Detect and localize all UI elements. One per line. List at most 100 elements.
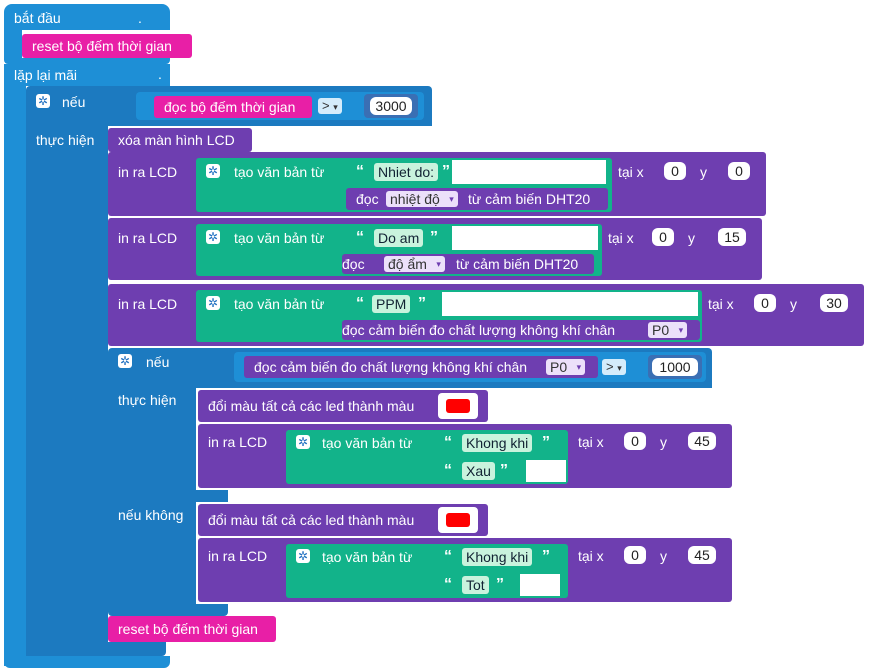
create-text-block[interactable]: ✲ tạo văn bản từ “ PPM ” đọc cảm biến đo… [196, 290, 702, 342]
pin-dropdown[interactable]: P0 ▾ [648, 322, 688, 338]
print-lcd-block-3[interactable]: in ra LCD ✲ tạo văn bản từ “ PPM ” đọc c… [108, 284, 864, 346]
text-value-2[interactable]: Tot [462, 576, 489, 594]
start-label: bắt đầu [14, 10, 61, 26]
reset-timer-label: reset bộ đếm thời gian [118, 621, 258, 637]
compare-block[interactable]: đọc cảm biến đo chất lượng không khí châ… [234, 352, 706, 382]
from-sensor-label: từ cảm biến DHT20 [456, 256, 579, 272]
read-dht20-block[interactable]: đọc nhiệt độ ▾ từ cảm biến DHT20 [346, 188, 608, 210]
print-lcd-block-5[interactable]: in ra LCD ✲ tạo văn bản từ “ Khong khi ”… [198, 538, 732, 602]
read-label: đọc [356, 191, 379, 207]
create-text-block[interactable]: ✲ tạo văn bản từ “ Khong khi ” “ Xau ” [286, 430, 568, 484]
forever-foot [4, 656, 170, 668]
open-quote: “ [356, 295, 364, 312]
threshold-value[interactable]: 1000 [652, 358, 698, 376]
if-label: nếu [146, 354, 170, 370]
y-value[interactable]: 15 [718, 228, 746, 246]
print-lcd-block-4[interactable]: in ra LCD ✲ tạo văn bản từ “ Khong khi ”… [198, 424, 732, 488]
open-quote: “ [356, 229, 364, 246]
at-x-label: tại x [578, 548, 604, 564]
read-timer-block[interactable]: đọc bộ đếm thời gian [154, 96, 312, 118]
text-socket [442, 292, 698, 316]
chevron-down-icon: ▾ [617, 363, 622, 373]
set-led-color-block-2[interactable]: đổi màu tất cả các led thành màu [198, 504, 488, 536]
forever-label: lặp lại mãi [14, 67, 78, 83]
create-text-block[interactable]: ✲ tạo văn bản từ “ Nhiet do: ” đọc nhiệt… [196, 158, 612, 212]
start-block-body [4, 30, 22, 60]
chevron-down-icon: ▾ [576, 362, 582, 372]
text-value-1[interactable]: Khong khi [462, 434, 533, 452]
at-x-label: tại x [578, 434, 604, 450]
gear-icon[interactable]: ✲ [118, 354, 132, 368]
if-air-block[interactable]: ✲ nếu đọc cảm biến đo chất lượng không k… [108, 348, 712, 388]
set-led-color-block-1[interactable]: đổi màu tất cả các led thành màu [198, 390, 488, 422]
sensor-value: độ ẩm [388, 256, 427, 272]
reset-timer-block-2[interactable]: reset bộ đếm thời gian [108, 616, 276, 642]
close-quote: ” [500, 462, 508, 479]
print-lcd-block-1[interactable]: in ra LCD ✲ tạo văn bản từ “ Nhiet do: ”… [108, 152, 766, 216]
number-block[interactable]: 1000 [648, 355, 702, 379]
x-value[interactable]: 0 [624, 546, 646, 564]
x-value[interactable]: 0 [754, 294, 776, 312]
create-text-label: tạo văn bản từ [322, 435, 413, 451]
open-quote: “ [444, 548, 452, 565]
text-value-2[interactable]: Xau [462, 462, 495, 480]
gear-icon[interactable]: ✲ [206, 164, 220, 178]
text-value-1[interactable]: Khong khi [462, 548, 533, 566]
text-socket [452, 226, 598, 250]
y-value[interactable]: 0 [728, 162, 750, 180]
y-label: y [660, 548, 667, 564]
sensor-dropdown[interactable]: độ ẩm ▾ [384, 256, 445, 272]
x-value[interactable]: 0 [624, 432, 646, 450]
pin-dropdown[interactable]: P0 ▾ [546, 359, 586, 375]
gear-icon[interactable]: ✲ [296, 435, 310, 449]
gear-icon[interactable]: ✲ [206, 230, 220, 244]
create-text-block[interactable]: ✲ tạo văn bản từ “ Khong khi ” “ Tot ” [286, 544, 568, 598]
from-sensor-label: từ cảm biến DHT20 [468, 191, 591, 207]
print-lcd-label: in ra LCD [118, 164, 178, 180]
text-value[interactable]: Nhiet do: [374, 163, 439, 181]
y-value[interactable]: 45 [688, 546, 716, 564]
y-value[interactable]: 30 [820, 294, 848, 312]
if-timer-do-label: thực hiện [36, 132, 95, 148]
x-value[interactable]: 0 [652, 228, 674, 246]
close-quote: ” [418, 295, 426, 312]
open-quote: “ [444, 462, 452, 479]
operator-dropdown[interactable]: > ▾ [318, 98, 342, 114]
print-lcd-block-2[interactable]: in ra LCD ✲ tạo văn bản từ “ Do am ” đọc… [108, 218, 762, 280]
at-x-label: tại x [608, 230, 634, 246]
sensor-dropdown[interactable]: nhiệt độ ▾ [386, 191, 458, 207]
chevron-down-icon: ▾ [449, 194, 454, 204]
read-dht20-block[interactable]: đọc độ ẩm ▾ từ cảm biến DHT20 [342, 254, 594, 274]
forever-block[interactable]: lặp lại mãi . [4, 64, 170, 86]
chevron-down-icon: ▾ [678, 325, 684, 335]
at-x-label: tại x [708, 296, 734, 312]
y-value[interactable]: 45 [688, 432, 716, 450]
text-value[interactable]: Do am [374, 229, 424, 247]
start-block[interactable]: bắt đầu . [4, 4, 170, 30]
read-air-sensor-block[interactable]: đọc cảm biến đo chất lượng không khí châ… [342, 320, 700, 340]
operator-dropdown[interactable]: > ▾ [602, 359, 626, 375]
number-block[interactable]: 3000 [364, 94, 418, 118]
close-quote: ” [442, 163, 450, 180]
read-air-sensor-block[interactable]: đọc cảm biến đo chất lượng không khí châ… [244, 356, 598, 378]
y-label: y [790, 296, 797, 312]
color-picker[interactable] [438, 393, 478, 419]
print-lcd-label: in ra LCD [208, 434, 268, 450]
color-picker[interactable] [438, 507, 478, 533]
chevron-down-icon: ▾ [333, 102, 338, 112]
print-lcd-label: in ra LCD [118, 296, 178, 312]
print-lcd-label: in ra LCD [118, 230, 178, 246]
create-text-block[interactable]: ✲ tạo văn bản từ “ Do am ” đọc độ ẩm ▾ từ… [196, 224, 602, 276]
if-air-foot [108, 604, 228, 616]
compare-block[interactable]: đọc bộ đếm thời gian > ▾ 3000 [136, 92, 424, 120]
gear-icon[interactable]: ✲ [36, 94, 50, 108]
open-quote: “ [444, 434, 452, 451]
threshold-value[interactable]: 3000 [370, 97, 412, 115]
color-swatch [446, 399, 470, 413]
gear-icon[interactable]: ✲ [296, 549, 310, 563]
reset-timer-block[interactable]: reset bộ đếm thời gian [22, 34, 192, 58]
text-value[interactable]: PPM [372, 295, 411, 313]
clear-lcd-block[interactable]: xóa màn hình LCD [108, 128, 252, 152]
gear-icon[interactable]: ✲ [206, 296, 220, 310]
x-value[interactable]: 0 [664, 162, 686, 180]
